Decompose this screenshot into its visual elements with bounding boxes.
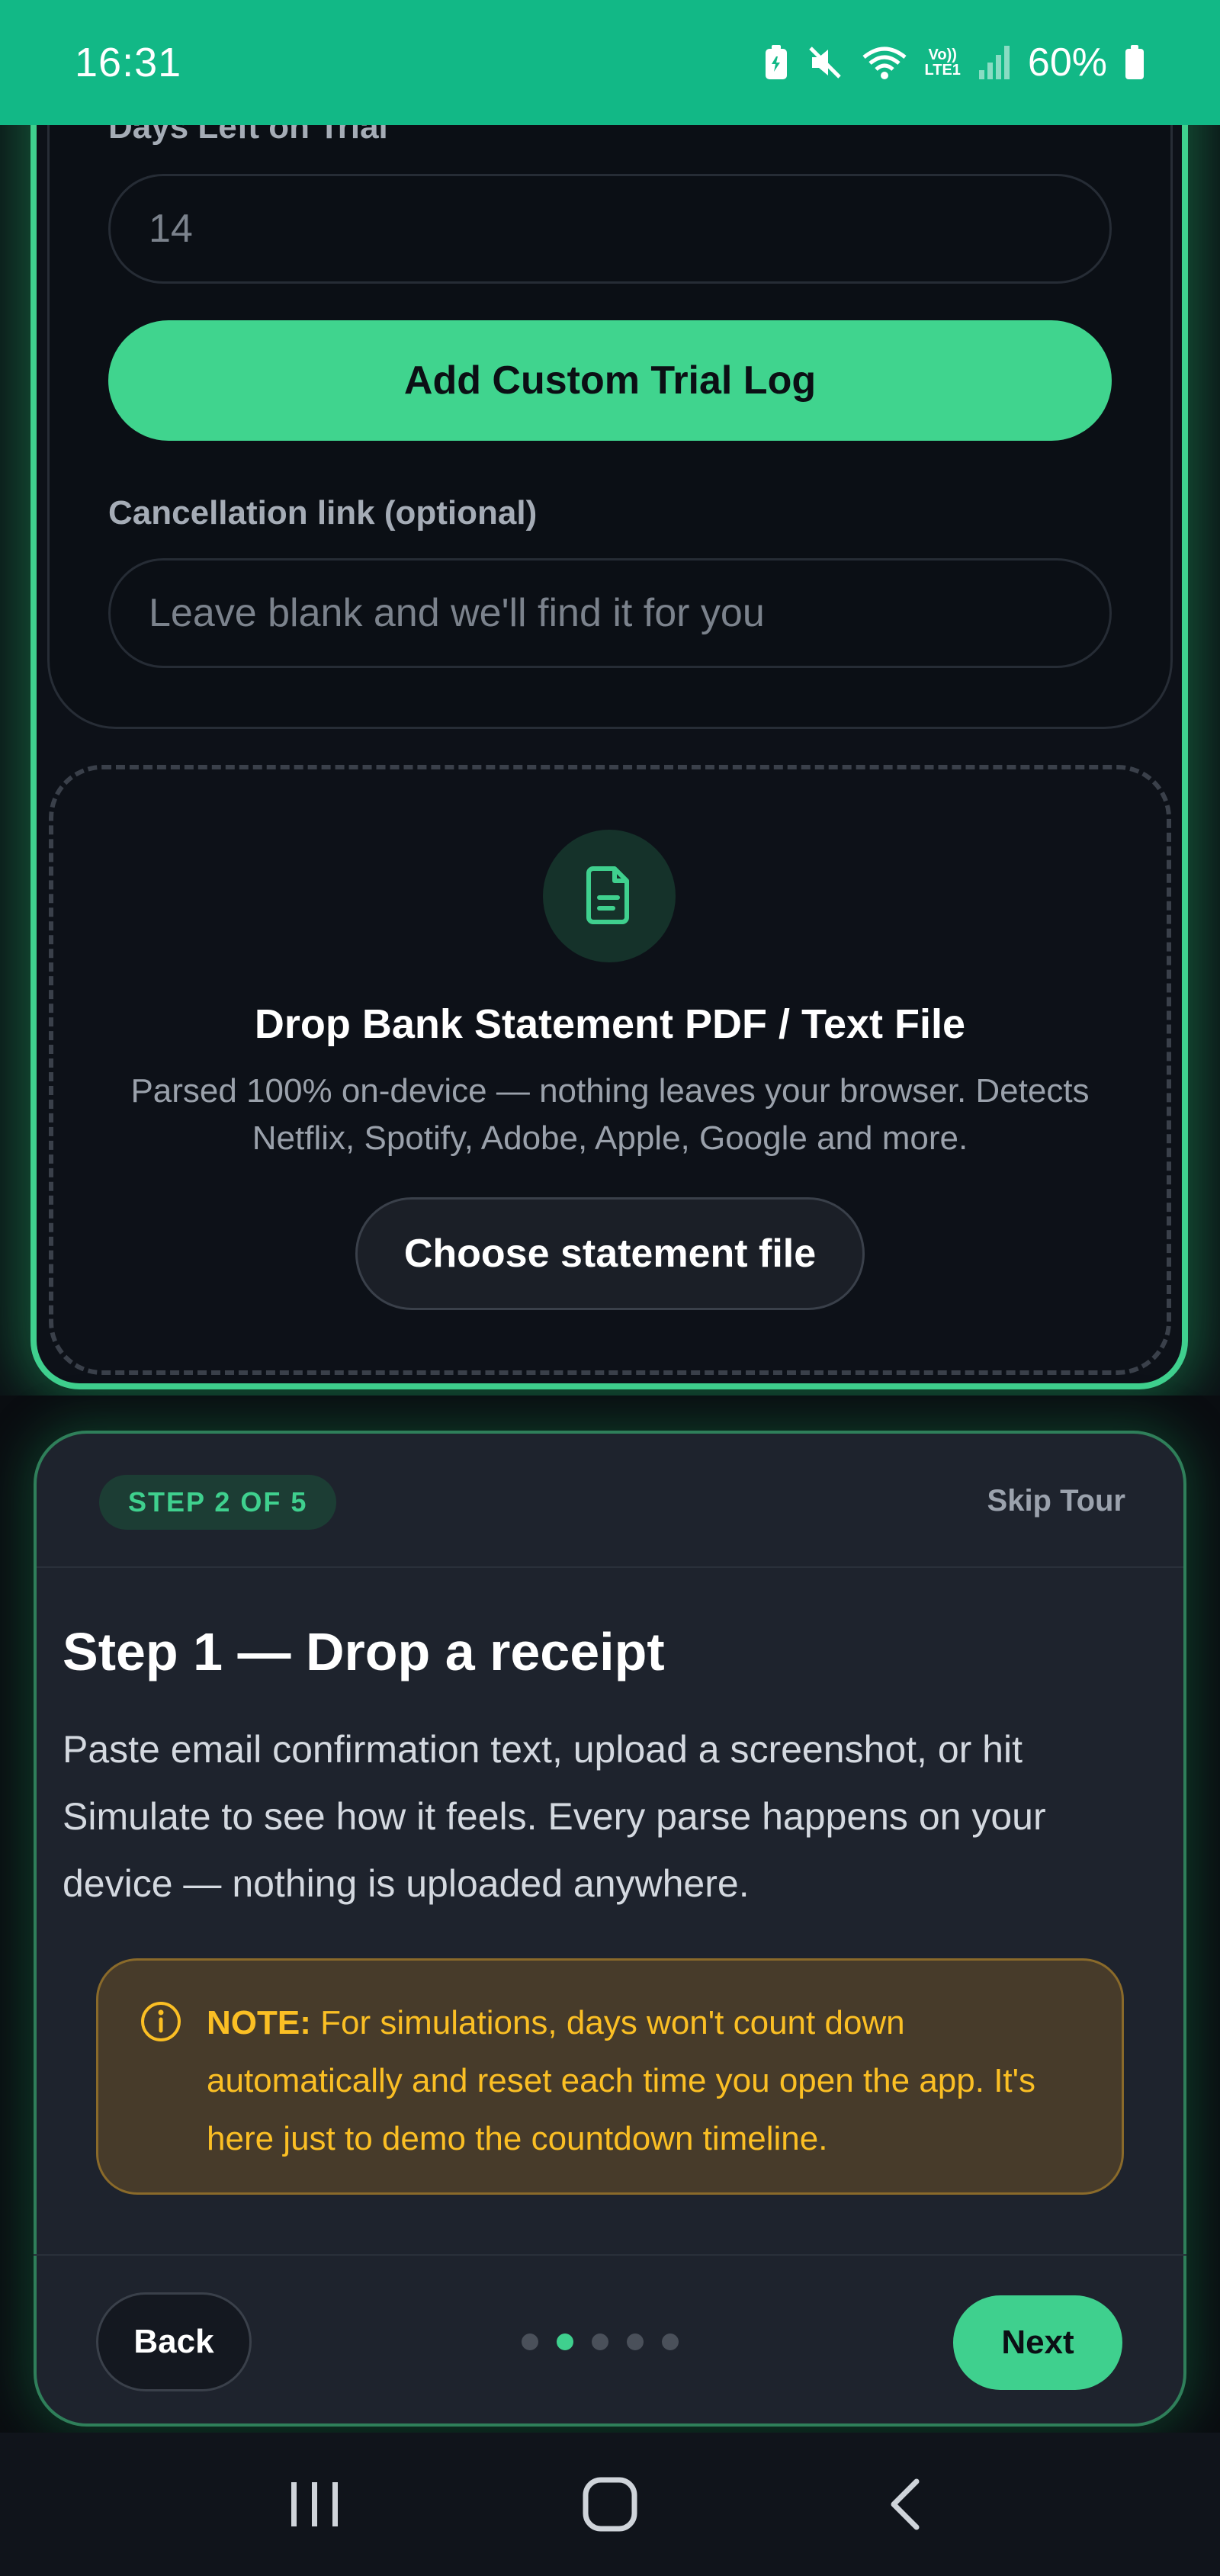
back-button[interactable]: Back xyxy=(96,2292,252,2391)
tour-header: STEP 2 OF 5 Skip Tour xyxy=(37,1434,1183,1568)
step-dot xyxy=(592,2333,608,2350)
cancellation-link-input[interactable]: Leave blank and we'll find it for you xyxy=(108,558,1112,668)
note-text: For simulations, days won't count down a… xyxy=(207,2004,1036,2157)
tour-body: Paste email confirmation text, upload a … xyxy=(63,1728,1046,1905)
signal-icon xyxy=(978,44,1011,81)
tour-popover: STEP 2 OF 5 Skip Tour xyxy=(34,1431,1186,2427)
tour-title: Step 1 — Drop a receipt xyxy=(63,1622,665,1681)
step-badge: STEP 2 OF 5 xyxy=(99,1475,337,1530)
step-dot xyxy=(662,2333,679,2350)
battery-percent: 60% xyxy=(1027,40,1107,85)
status-icons: Vo)) LTE1 60% xyxy=(763,40,1146,85)
navigation-bar xyxy=(0,2433,1220,2576)
file-text-icon xyxy=(583,864,636,929)
battery-icon xyxy=(1124,44,1145,81)
step-dot xyxy=(627,2333,644,2350)
skip-tour-link[interactable]: Skip Tour xyxy=(987,1484,1125,1518)
info-icon xyxy=(140,2000,182,2061)
cancellation-link-label: Cancellation link (optional) xyxy=(108,494,538,532)
screen: 16:31 Vo)) LTE1 60% Days Left on Trial 14… xyxy=(0,0,1220,2576)
add-custom-trial-button[interactable]: Add Custom Trial Log xyxy=(108,320,1112,441)
battery-saver-icon xyxy=(763,44,789,81)
home-icon[interactable] xyxy=(557,2451,663,2558)
recent-apps-icon[interactable] xyxy=(262,2451,368,2558)
step-dot xyxy=(522,2333,538,2350)
volte-icon: Vo)) LTE1 xyxy=(924,47,961,79)
status-bar: 16:31 Vo)) LTE1 60% xyxy=(0,0,1220,125)
file-icon-badge xyxy=(543,830,676,962)
wifi-icon xyxy=(861,43,908,82)
step-dots xyxy=(522,2333,679,2350)
dropzone-description: Parsed 100% on-device — nothing leaves y… xyxy=(130,1072,1090,1157)
tour-footer-divider xyxy=(34,2254,1186,2256)
dropzone-title: Drop Bank Statement PDF / Text File xyxy=(254,1001,966,1047)
note-label: NOTE: xyxy=(207,2004,311,2041)
back-icon[interactable] xyxy=(852,2451,958,2558)
note-callout: NOTE: For simulations, days won't count … xyxy=(96,1958,1124,2195)
choose-statement-button[interactable]: Choose statement file xyxy=(355,1197,865,1310)
mute-icon xyxy=(806,43,844,82)
next-button[interactable]: Next xyxy=(953,2295,1122,2390)
status-time: 16:31 xyxy=(75,40,182,85)
step-dot xyxy=(557,2333,573,2350)
days-left-input[interactable]: 14 xyxy=(108,174,1112,284)
